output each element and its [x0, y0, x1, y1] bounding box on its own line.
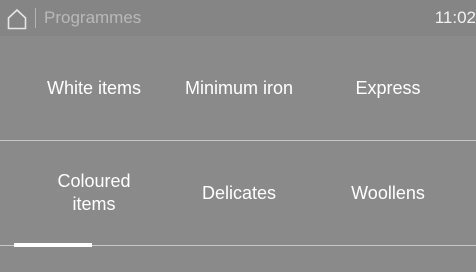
programme-label: Minimum iron	[184, 77, 294, 98]
programme-minimum-iron[interactable]: Minimum iron	[153, 36, 325, 140]
clock: 11:02	[434, 8, 476, 27]
page-title: Programmes	[44, 8, 142, 27]
page-indicator	[14, 243, 92, 247]
home-icon	[7, 8, 27, 30]
programmes-screen: Programmes 11:02 White items Minimum iro…	[0, 0, 476, 272]
programme-label: Coloured items	[57, 171, 131, 214]
programme-delicates[interactable]: Delicates	[153, 141, 325, 245]
programme-row-2: Coloured items Delicates Woollens	[0, 141, 476, 245]
programme-woollens[interactable]: Woollens	[306, 141, 470, 245]
programme-row-1: White items Minimum iron Express	[0, 36, 476, 140]
programme-label: Woollens	[351, 182, 425, 203]
programme-label: White items	[46, 77, 142, 98]
programme-express[interactable]: Express	[306, 36, 470, 140]
programme-label: Delicates	[201, 182, 277, 203]
header-divider	[35, 8, 36, 28]
header-bar: Programmes 11:02	[0, 0, 476, 36]
programme-label: Express	[355, 77, 421, 98]
home-button[interactable]	[6, 8, 28, 30]
